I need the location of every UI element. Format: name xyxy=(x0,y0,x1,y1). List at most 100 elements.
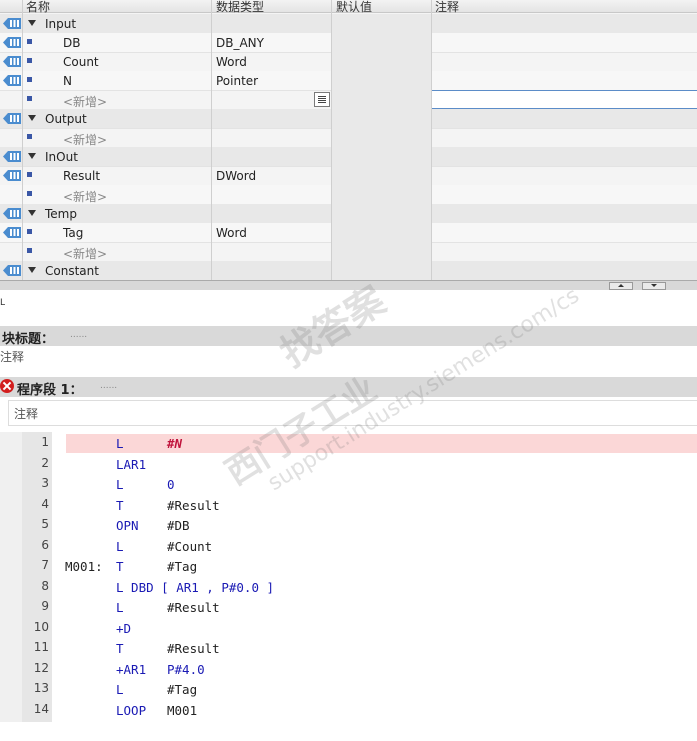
block-title-placeholder[interactable]: ...... xyxy=(70,330,87,340)
code-line[interactable]: 1 L #N xyxy=(0,433,697,453)
table-section-row[interactable]: Output xyxy=(0,109,697,129)
code-line[interactable]: 10 +D xyxy=(0,618,697,638)
network-title-placeholder[interactable]: ...... xyxy=(100,381,117,391)
row-datatype[interactable]: Word xyxy=(216,226,247,240)
datatype-picker-button[interactable] xyxy=(314,92,330,107)
table-row[interactable]: DB DB_ANY xyxy=(0,33,697,53)
row-default-cell[interactable] xyxy=(332,204,431,223)
table-row[interactable]: <新增> xyxy=(0,185,697,205)
row-default-cell[interactable] xyxy=(332,71,431,90)
row-name[interactable]: <新增> xyxy=(63,131,107,148)
splitter-bar[interactable] xyxy=(0,280,697,290)
table-row[interactable]: <新增> xyxy=(0,90,697,110)
row-default-cell[interactable] xyxy=(332,33,431,52)
code-line[interactable]: 8 L DBD [ AR1 , P#0.0 ] xyxy=(0,577,697,597)
code-line[interactable]: 7 M001: T #Tag xyxy=(0,556,697,576)
network-comment[interactable]: 注释 xyxy=(8,400,697,426)
row-name[interactable]: InOut xyxy=(45,150,78,164)
row-default-cell[interactable] xyxy=(332,261,431,280)
column-divider xyxy=(431,0,432,280)
table-row[interactable]: <新增> xyxy=(0,128,697,148)
table-section-row[interactable]: Input xyxy=(0,14,697,34)
code-line[interactable]: 5 OPN #DB xyxy=(0,515,697,535)
row-datatype[interactable]: DWord xyxy=(216,169,256,183)
row-name[interactable]: Tag xyxy=(63,226,83,240)
table-section-row[interactable]: Temp xyxy=(0,204,697,224)
row-default-cell[interactable] xyxy=(332,242,431,261)
tab-fragment: L xyxy=(0,298,6,308)
row-name[interactable]: Constant xyxy=(45,264,99,278)
interface-icon xyxy=(3,151,21,162)
row-name[interactable]: Input xyxy=(45,17,76,31)
expand-triangle-icon[interactable] xyxy=(28,20,36,26)
row-name[interactable]: <新增> xyxy=(63,245,107,262)
header-comment[interactable]: 注释 xyxy=(435,0,459,15)
code-line[interactable]: 11 T #Result xyxy=(0,638,697,658)
column-divider xyxy=(211,0,212,280)
row-default-cell[interactable] xyxy=(332,166,431,185)
line-number: 5 xyxy=(41,517,49,531)
expand-down-button[interactable] xyxy=(642,282,666,290)
row-default-cell[interactable] xyxy=(332,147,431,166)
row-default-cell[interactable] xyxy=(332,52,431,71)
row-default-cell[interactable] xyxy=(332,128,431,147)
code-line[interactable]: 12 +AR1 P#4.0 xyxy=(0,659,697,679)
row-name[interactable]: DB xyxy=(63,36,80,50)
row-name[interactable]: Count xyxy=(63,55,99,69)
row-name[interactable]: Result xyxy=(63,169,100,183)
interface-icon xyxy=(3,75,21,86)
error-highlight xyxy=(66,434,697,453)
table-row[interactable]: Tag Word xyxy=(0,223,697,243)
row-default-cell[interactable] xyxy=(332,109,431,128)
row-name[interactable]: <新增> xyxy=(63,188,107,205)
instruction-op: OPN xyxy=(116,518,139,533)
row-name[interactable]: Temp xyxy=(45,207,77,221)
line-number: 7 xyxy=(41,558,49,572)
block-comment[interactable]: 注释 xyxy=(0,346,697,368)
instruction-op: T xyxy=(116,497,124,513)
network-title-bar[interactable]: 程序段 1： ...... xyxy=(0,377,697,398)
interface-icon xyxy=(3,265,21,276)
table-row[interactable]: Result DWord xyxy=(0,166,697,186)
row-default-cell[interactable] xyxy=(332,14,431,33)
header-default[interactable]: 默认值 xyxy=(336,0,372,15)
row-name[interactable]: N xyxy=(63,74,72,88)
row-default-cell[interactable] xyxy=(332,223,431,242)
header-datatype[interactable]: 数据类型 xyxy=(216,0,264,15)
row-datatype[interactable]: Word xyxy=(216,55,247,69)
row-default-cell[interactable] xyxy=(332,90,431,109)
row-default-cell[interactable] xyxy=(332,185,431,204)
code-line[interactable]: 2 LAR1 xyxy=(0,454,697,474)
row-datatype[interactable]: Pointer xyxy=(216,74,258,88)
stl-code-editor[interactable]: 1 L #N 2 LAR1 3 L 0 4 T #Result 5 OPN #DB 6 L #Count 7 M00… xyxy=(0,432,697,722)
code-line[interactable]: 6 L #Count xyxy=(0,536,697,556)
code-line[interactable]: 3 L 0 xyxy=(0,474,697,494)
line-number: 11 xyxy=(33,640,49,654)
table-row[interactable]: N Pointer xyxy=(0,71,697,91)
table-row[interactable]: Count Word xyxy=(0,52,697,72)
code-line[interactable]: 4 T #Result xyxy=(0,495,697,515)
table-header: 名称 数据类型 默认值 注释 xyxy=(0,0,697,15)
row-datatype[interactable]: DB_ANY xyxy=(216,36,264,50)
column-divider xyxy=(331,0,332,280)
row-name[interactable]: Output xyxy=(45,112,87,126)
expand-triangle-icon[interactable] xyxy=(28,153,36,159)
instruction-op: +AR1 xyxy=(116,661,147,677)
block-title-bar[interactable]: 块标题： ...... xyxy=(0,326,697,347)
code-line[interactable]: 13 L #Tag xyxy=(0,679,697,699)
code-line[interactable]: 9 L #Result xyxy=(0,597,697,617)
table-section-row[interactable]: InOut xyxy=(0,147,697,167)
instruction-operand: #Result xyxy=(167,600,220,615)
code-line[interactable]: 14 LOOP M001 xyxy=(0,700,697,720)
collapse-up-button[interactable] xyxy=(609,282,633,290)
instruction-op: +D xyxy=(116,620,132,636)
comment-cell-selected[interactable] xyxy=(431,90,697,109)
expand-triangle-icon[interactable] xyxy=(28,267,36,273)
header-name[interactable]: 名称 xyxy=(26,0,50,15)
interface-icon xyxy=(3,113,21,124)
table-section-row[interactable]: Constant xyxy=(0,261,697,280)
expand-triangle-icon[interactable] xyxy=(28,210,36,216)
row-name[interactable]: <新增> xyxy=(63,93,107,110)
table-row[interactable]: <新增> xyxy=(0,242,697,262)
expand-triangle-icon[interactable] xyxy=(28,115,36,121)
